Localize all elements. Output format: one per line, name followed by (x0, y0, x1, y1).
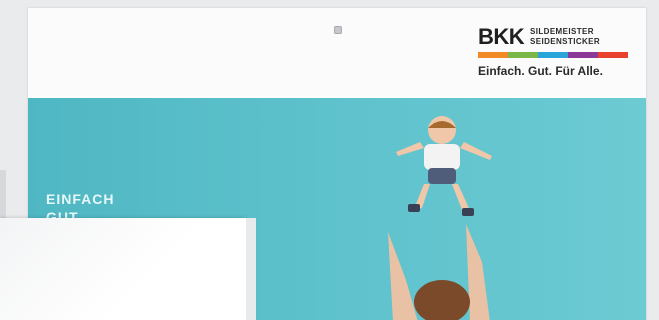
overlay-panel-edge (246, 218, 256, 320)
overlay-panel (0, 218, 246, 320)
child-right-shoe (462, 208, 474, 216)
site-header: BKK SILDEMEISTER SEIDENSTICKER Einfach. … (28, 8, 646, 96)
child-shirt (424, 144, 460, 170)
hero-headline-line-1: EINFACH (46, 191, 115, 207)
stripe-orange (478, 52, 508, 58)
small-square-icon (334, 26, 342, 34)
child-head (428, 116, 456, 144)
child-shorts (428, 168, 456, 184)
logo-tagline: Einfach. Gut. Für Alle. (478, 64, 603, 78)
child-left-shoe (408, 204, 420, 212)
stripe-blue (538, 52, 568, 58)
bkk-logo[interactable]: BKK SILDEMEISTER SEIDENSTICKER Einfach. … (478, 24, 628, 86)
child-left-arm (396, 142, 424, 156)
logo-line-2: SEIDENSTICKER (530, 37, 601, 46)
adult-head (414, 280, 470, 320)
logo-color-stripe (478, 52, 628, 58)
hero-photo-child-thrown-up (388, 116, 492, 320)
stripe-green (508, 52, 538, 58)
stripe-purple (568, 52, 598, 58)
logo-line-1: SILDEMEISTER (530, 27, 594, 36)
adult-left-arm (388, 232, 418, 320)
child-right-leg (452, 184, 470, 212)
stripe-red (598, 52, 628, 58)
child-right-arm (460, 142, 492, 160)
logo-brand: BKK (478, 24, 525, 49)
